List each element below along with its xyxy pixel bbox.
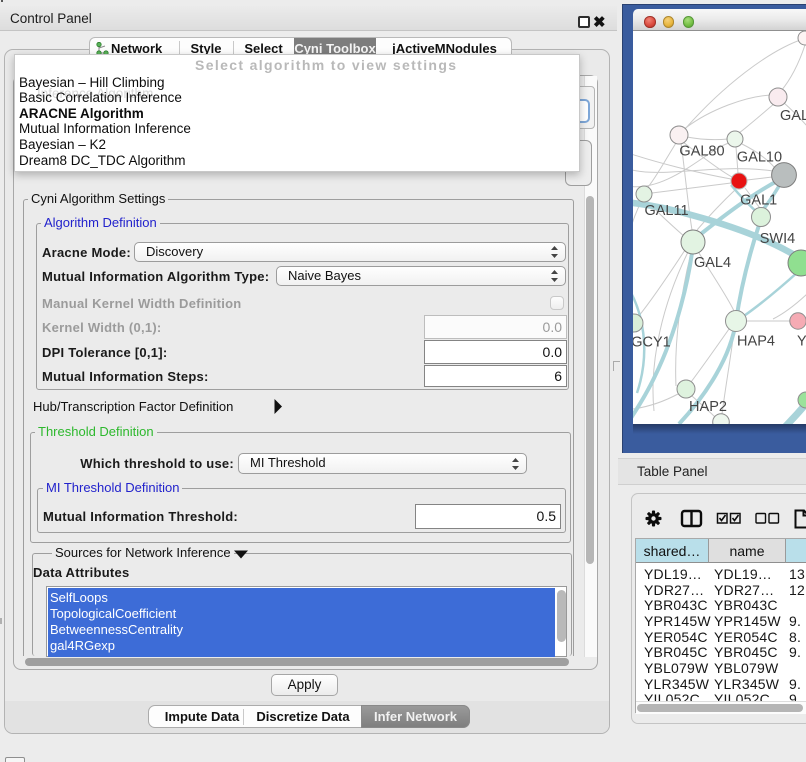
svg-text:SWI4: SWI4 (760, 231, 795, 247)
svg-text:HAP2: HAP2 (689, 399, 727, 415)
svg-text:GAL7: GAL7 (780, 108, 806, 124)
svg-text:Y: Y (797, 334, 806, 350)
svg-text:HAP4: HAP4 (737, 334, 775, 350)
svg-text:GAL4: GAL4 (694, 255, 731, 271)
svg-text:GAL1: GAL1 (740, 193, 777, 209)
svg-text:GAL10: GAL10 (737, 150, 782, 166)
svg-text:GAL11: GAL11 (644, 203, 688, 219)
svg-text:GAL80: GAL80 (679, 144, 724, 160)
svg-text:GCY1: GCY1 (633, 335, 671, 351)
